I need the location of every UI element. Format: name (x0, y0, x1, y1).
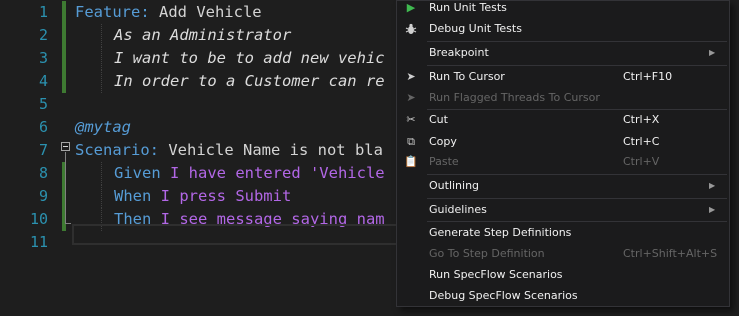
line-number: 9 (38, 187, 48, 205)
submenu-arrow-icon: ▶ (709, 48, 716, 57)
line-number: 1 (38, 3, 48, 21)
menu-item-outlining[interactable]: Outlining ▶ (397, 175, 729, 197)
menu-item-debug-specflow-scenarios[interactable]: Debug SpecFlow Scenarios (397, 285, 729, 307)
cursor-arrow-icon: ➤ (406, 91, 416, 104)
change-marker (62, 47, 66, 70)
line-number: 10 (29, 210, 48, 228)
menu-item-run-specflow-scenarios[interactable]: Run SpecFlow Scenarios (397, 264, 729, 286)
menu-item-breakpoint[interactable]: Breakpoint ▶ (397, 42, 729, 64)
indent-guide (101, 70, 103, 93)
code-line-as: As an Administrator (114, 26, 292, 44)
code-line-feature: Feature: Add Vehicle (75, 3, 262, 21)
line-number: 6 (38, 118, 48, 136)
collapse-toggle-icon[interactable] (61, 142, 70, 151)
code-line-want: I want to be to add new vehic (114, 49, 385, 67)
menu-item-debug-unit-tests[interactable]: Debug Unit Tests (397, 18, 729, 40)
line-number: 2 (38, 26, 48, 44)
line-number: 11 (29, 233, 48, 251)
menu-item-go-to-step-definition[interactable]: Go To Step Definition Ctrl+Shift+Alt+S (397, 243, 729, 265)
code-line-scenario: Scenario: Vehicle Name is not bla (75, 141, 383, 159)
indent-guide (101, 24, 103, 47)
menu-item-run-unit-tests[interactable]: ▶ Run Unit Tests (397, 0, 729, 19)
menu-item-copy[interactable]: ⧉ Copy Ctrl+C (397, 131, 729, 153)
current-line-highlight (72, 224, 402, 245)
line-number: 3 (38, 49, 48, 67)
menu-item-run-to-cursor[interactable]: ➤ Run To Cursor Ctrl+F10 (397, 66, 729, 88)
play-icon: ▶ (406, 1, 416, 14)
change-marker (62, 24, 66, 47)
submenu-arrow-icon: ▶ (709, 205, 716, 214)
code-line-tag: @mytag (75, 118, 131, 136)
line-number: 4 (38, 72, 48, 90)
bug-icon (403, 18, 419, 40)
menu-item-guidelines[interactable]: Guidelines ▶ (397, 199, 729, 221)
submenu-arrow-icon: ▶ (709, 181, 716, 190)
line-number: 7 (38, 141, 48, 159)
indent-guide (101, 162, 103, 185)
code-line-given: Given I have entered 'Vehicle (114, 164, 385, 182)
menu-item-generate-step-definitions[interactable]: Generate Step Definitions (397, 222, 729, 244)
change-marker (62, 70, 66, 93)
line-number: 8 (38, 164, 48, 182)
context-menu: ▶ Run Unit Tests Debug Unit Tests Breakp… (396, 0, 730, 307)
code-line-when: When I press Submit (114, 187, 292, 205)
scissors-icon: ✂ (406, 113, 416, 126)
line-number: 5 (38, 95, 48, 113)
indent-guide (101, 47, 103, 70)
paste-icon: 📋 (404, 155, 418, 168)
menu-item-cut[interactable]: ✂ Cut Ctrl+X (397, 109, 729, 131)
indent-guide (101, 185, 103, 208)
cursor-arrow-icon: ➤ (406, 70, 416, 83)
menu-item-paste[interactable]: 📋 Paste Ctrl+V (397, 151, 729, 173)
outline-guide-end (65, 223, 71, 224)
change-marker (62, 1, 66, 24)
copy-icon: ⧉ (407, 135, 415, 148)
code-line-order: In order to a Customer can re (114, 72, 385, 90)
menu-item-run-flagged-threads[interactable]: ➤ Run Flagged Threads To Cursor (397, 87, 729, 109)
outline-guide (65, 152, 66, 224)
